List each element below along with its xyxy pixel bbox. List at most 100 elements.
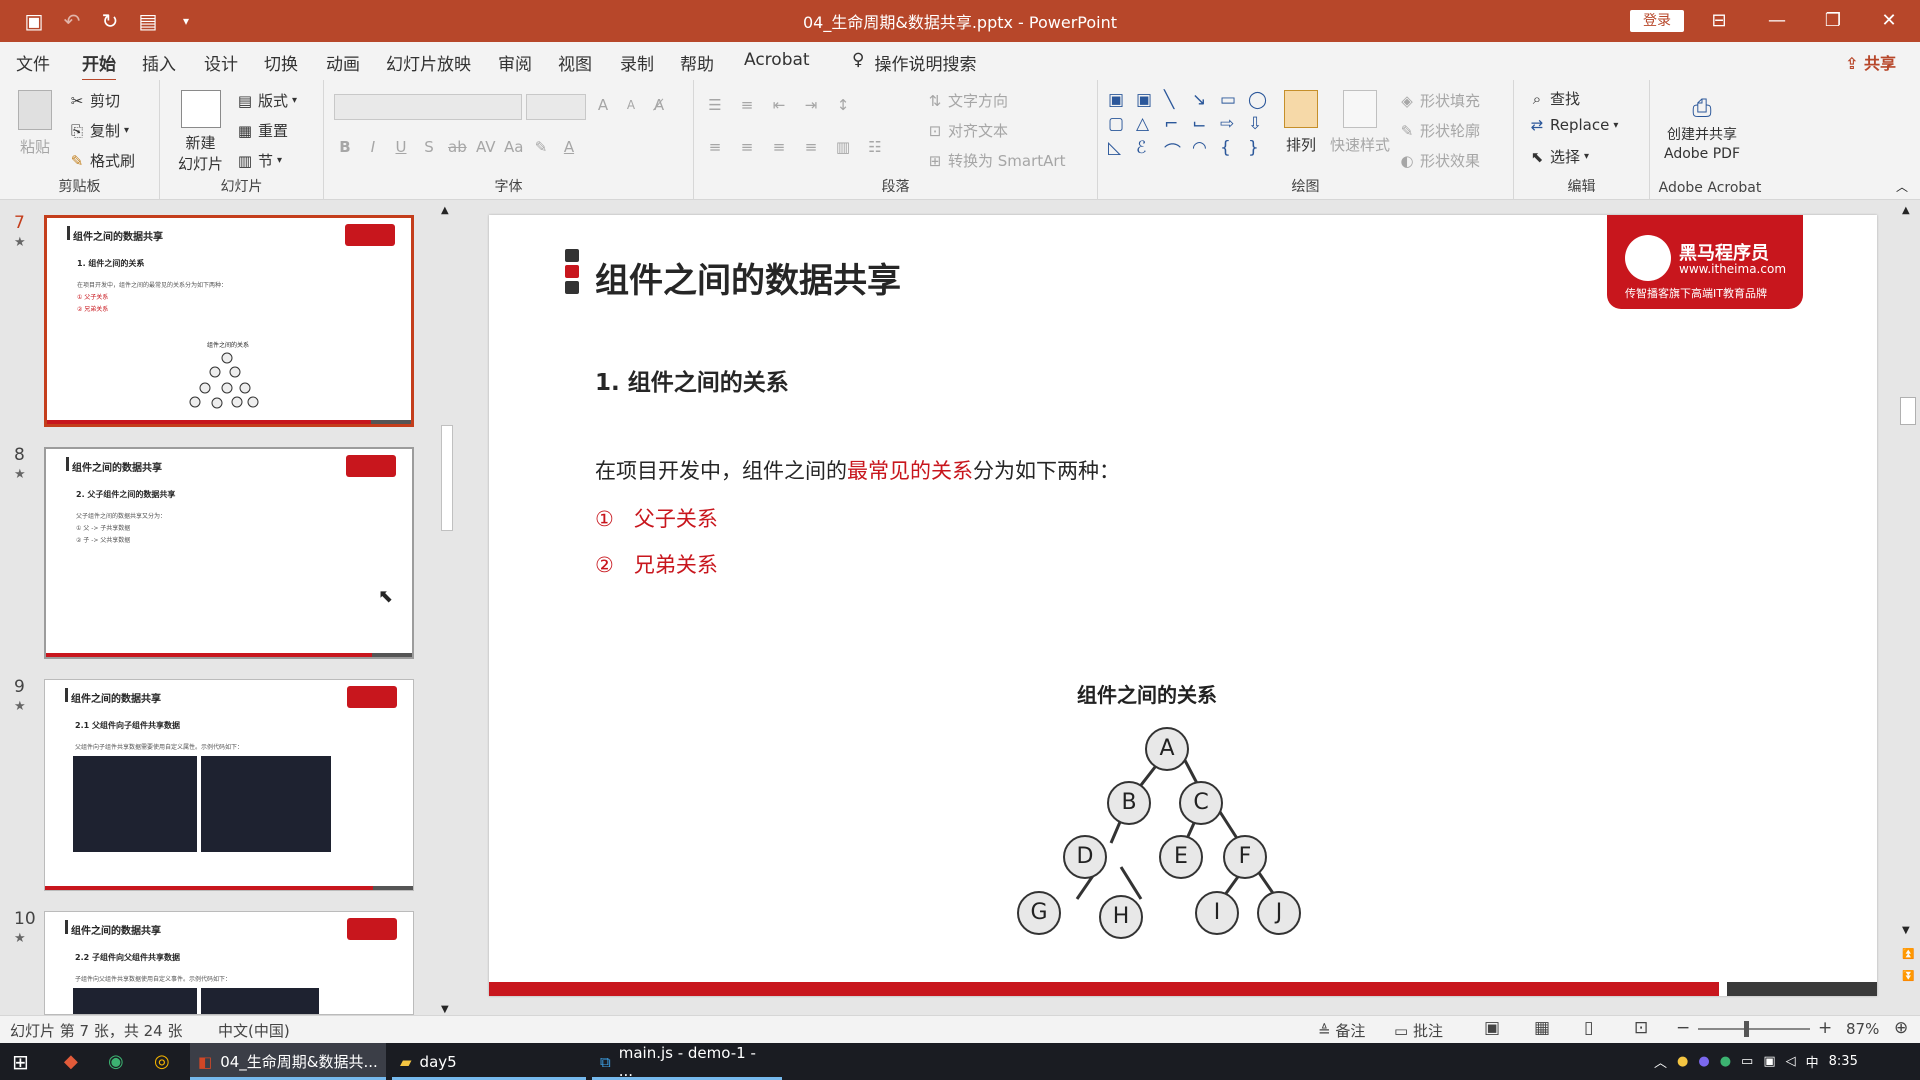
diagram-title[interactable]: 组件之间的关系 [1077,679,1217,708]
tab-file[interactable]: 文件 [16,50,50,75]
network-icon[interactable]: ▣ [1763,1054,1775,1069]
arrow-line-icon[interactable]: ↘ [1192,90,1216,110]
battery-icon[interactable]: ▭ [1741,1054,1753,1069]
tell-me-search[interactable]: ♀ 操作说明搜索 [852,50,976,75]
highlight-icon[interactable]: ✎ [532,138,550,156]
clock[interactable]: 8:35 [1829,1054,1858,1069]
prev-slide-icon[interactable]: ⏫ [1902,949,1914,960]
slide-thumbnail[interactable]: 组件之间的数据共享 1. 组件之间的关系 在项目开发中，组件之间的最常见的关系分… [44,215,414,427]
tray-app-icon[interactable]: ● [1720,1054,1731,1069]
login-button[interactable]: 登录 [1630,10,1684,32]
taskbar-edge-icon[interactable]: ◉ [100,1043,132,1080]
tab-transitions[interactable]: 切换 [264,50,298,75]
taskbar-app-icon[interactable]: ◆ [56,1043,86,1080]
slide-heading[interactable]: 1. 组件之间的关系 [595,363,789,397]
brace-close-icon[interactable]: } [1248,138,1272,163]
layout-button[interactable]: ▤ 版式 ▾ [236,90,297,111]
shape-outline-button[interactable]: ✎ 形状轮廓 [1398,120,1480,141]
decrease-indent-icon[interactable]: ⇤ [770,96,788,114]
tab-help[interactable]: 帮助 [680,50,714,75]
paste-button[interactable]: 粘贴 [18,90,52,157]
scroll-up-icon[interactable]: ▲ [441,205,449,216]
new-slide-button[interactable]: 新建 幻灯片 [178,90,223,174]
tree-node[interactable]: D [1063,835,1107,879]
slide-thumbnail[interactable]: 组件之间的数据共享 2.1 父组件向子组件共享数据 父组件向子组件共享数据需要使… [44,679,414,891]
start-button[interactable]: ⊞ [4,1043,37,1080]
grow-font-icon[interactable]: A [594,96,612,114]
editor-scrollbar[interactable]: ▲ ▼ ⏫ ⏬ [1896,201,1920,1015]
close-icon[interactable]: ✕ [1866,6,1912,36]
font-size-combo[interactable] [526,94,586,120]
italic-icon[interactable]: I [364,138,382,156]
quick-styles-button[interactable]: 快速样式 [1330,90,1390,155]
vertical-textbox-icon[interactable]: ▣ [1136,90,1160,110]
elbow-icon[interactable]: ⌐ [1164,114,1188,134]
elbow-arrow-icon[interactable]: ⌙ [1192,114,1216,134]
replace-button[interactable]: ⇄ Replace ▾ [1528,116,1619,134]
reading-view-icon[interactable]: ▯ [1584,1018,1593,1038]
tree-node[interactable]: G [1017,891,1061,935]
tree-node[interactable]: I [1195,891,1239,935]
smartart-button[interactable]: ⊞ 转换为 SmartArt [926,150,1066,171]
shape-effects-button[interactable]: ◐ 形状效果 [1398,150,1480,171]
scroll-thumb[interactable] [1900,397,1916,425]
shrink-font-icon[interactable]: A [622,96,640,114]
char-spacing-icon[interactable]: AV [476,138,496,156]
fit-slide-icon[interactable]: ⊕ [1894,1018,1908,1038]
align-left-icon[interactable]: ≡ [706,138,724,156]
line-icon[interactable]: ╲ [1164,90,1188,110]
normal-view-icon[interactable]: ▣ [1484,1018,1500,1038]
cut-button[interactable]: ✂ 剪切 [68,90,120,111]
slide-title[interactable]: 组件之间的数据共享 [595,253,901,302]
numbering-icon[interactable]: ≡ [738,96,756,114]
tab-record[interactable]: 录制 [620,50,654,75]
align-center-icon[interactable]: ≡ [738,138,756,156]
copy-button[interactable]: ⎘ 复制 ▾ [68,120,129,141]
triangle-icon[interactable]: △ [1136,114,1160,134]
thumbnail-scrollbar[interactable]: ▲ ▼ [438,205,456,1015]
next-slide-icon[interactable]: ⏬ [1902,971,1914,982]
slide-thumbnail[interactable]: 组件之间的数据共享 2.2 子组件向父组件共享数据 子组件向父组件共享数据使用自… [44,911,414,1015]
notes-button[interactable]: ≜ 备注 [1318,1020,1365,1041]
tab-animations[interactable]: 动画 [326,50,360,75]
shadow-icon[interactable]: S [420,138,438,156]
reset-button[interactable]: ▦ 重置 [236,120,288,141]
scroll-thumb[interactable] [441,425,453,531]
current-slide[interactable]: 组件之间的数据共享 黑马程序员 www.itheima.com 传智播客旗下高端… [489,215,1877,996]
font-name-combo[interactable] [334,94,522,120]
strikethrough-icon[interactable]: ab [448,138,467,156]
tree-node[interactable]: F [1223,835,1267,879]
zoom-in-icon[interactable]: + [1818,1018,1832,1038]
tree-node[interactable]: J [1257,891,1301,935]
select-button[interactable]: ⬉ 选择 ▾ [1528,146,1589,167]
slide-thumbnail[interactable]: 组件之间的数据共享 2. 父子组件之间的数据共享 父子组件之间的数据共享又分为：… [44,447,414,659]
language-indicator[interactable]: 中文(中国) [218,1020,290,1041]
slideshow-icon[interactable]: ⊡ [1634,1018,1648,1038]
clear-format-icon[interactable]: A̸ [650,96,668,114]
font-color-icon[interactable]: A [560,138,578,156]
distribute-icon[interactable]: ☷ [866,138,884,156]
columns-icon[interactable]: ▥ [834,138,852,156]
scroll-up-icon[interactable]: ▲ [1902,205,1910,216]
right-arrow-icon[interactable]: ⇨ [1220,114,1244,134]
down-arrow-icon[interactable]: ⇩ [1248,114,1272,134]
tray-chevron-icon[interactable]: ︿ [1654,1052,1667,1071]
tree-node[interactable]: A [1145,727,1189,771]
justify-icon[interactable]: ≡ [802,138,820,156]
tab-home[interactable]: 开始 [82,50,116,82]
restore-icon[interactable]: ❐ [1810,6,1856,36]
tray-app-icon[interactable]: ● [1698,1054,1709,1069]
shape-fill-button[interactable]: ◈ 形状填充 [1398,90,1480,111]
slide-paragraph[interactable]: 在项目开发中，组件之间的最常见的关系分为如下两种： [595,455,1120,485]
freeform-icon[interactable]: ◺ [1108,138,1132,163]
tree-node[interactable]: B [1107,781,1151,825]
line-spacing-icon[interactable]: ↕ [834,96,852,114]
tray-app-icon[interactable]: ● [1677,1054,1688,1069]
zoom-slider-thumb[interactable] [1744,1021,1749,1037]
list-item[interactable]: ② 兄弟关系 [595,549,718,579]
tab-design[interactable]: 设计 [204,50,238,75]
scribble-icon[interactable]: ℰ [1136,138,1160,163]
taskbar-explorer[interactable]: ▰ day5 [392,1043,586,1080]
minimize-icon[interactable]: — [1754,6,1800,36]
rounded-rect-icon[interactable]: ▢ [1108,114,1132,134]
